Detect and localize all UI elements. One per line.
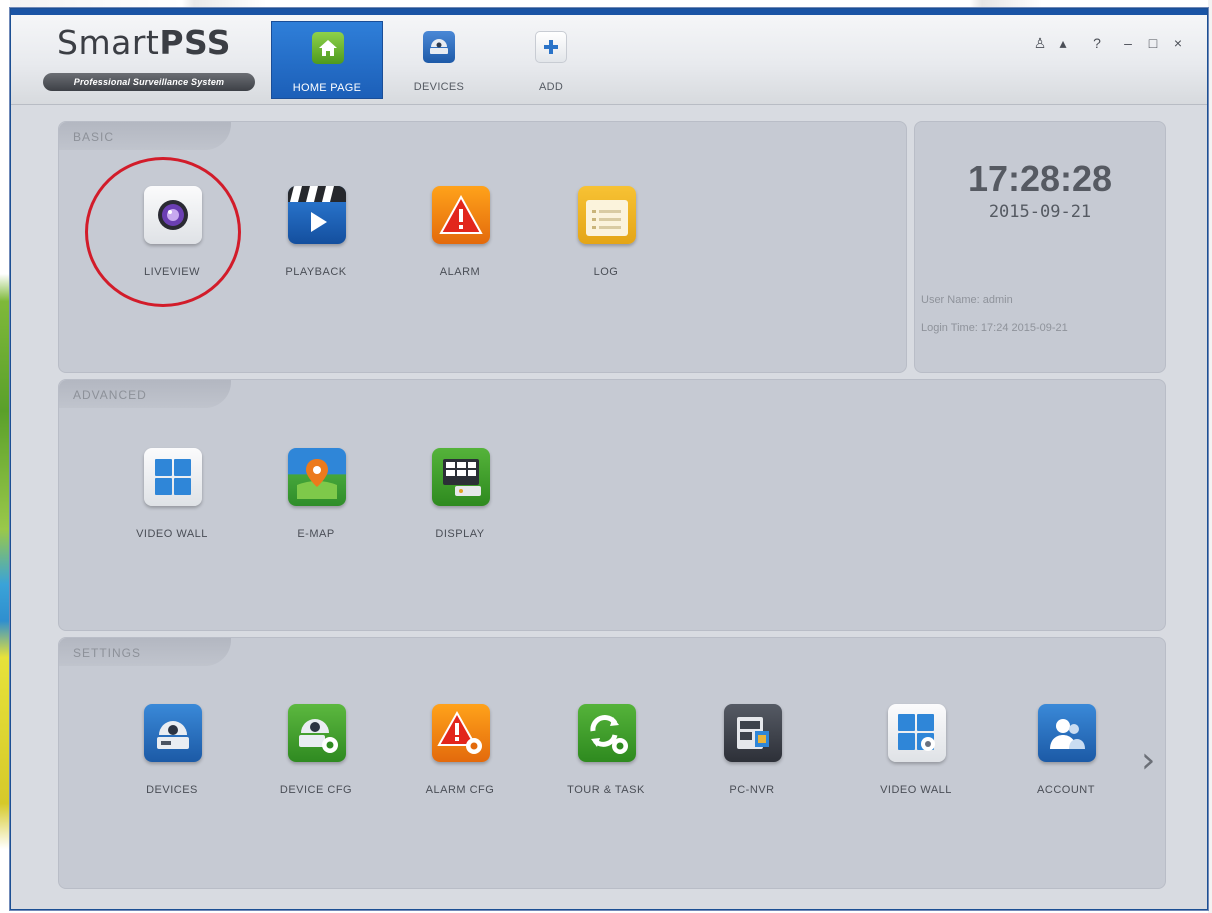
e-map-tile[interactable]: E-MAP [241,432,391,562]
tour-task-label: TOUR & TASK [567,784,645,796]
logo-text: SmartPSS [57,23,232,62]
lock-icon[interactable]: ▴ [1054,35,1072,52]
video-wall-config-icon [888,704,946,762]
plus-icon [535,31,567,63]
smartpss-window: SmartPSS Professional Surveillance Syste… [10,8,1208,910]
alarm-tile[interactable]: ALARM [385,170,535,300]
close-icon[interactable]: × [1169,35,1187,51]
display-tile[interactable]: DISPLAY [385,432,535,562]
pc-nvr-label: PC-NVR [729,784,775,796]
settings-video-wall-tile[interactable]: VIDEO WALL [841,688,991,818]
home-icon [312,32,344,64]
advanced-panel-title: ADVANCED [59,380,231,408]
clapper-play-icon [288,186,346,244]
pc-nvr-icon [724,704,782,762]
liveview-highlight-circle [85,157,241,307]
log-notepad-icon [578,186,636,244]
account-icon [1038,704,1096,762]
desktop-background-top [0,0,1212,8]
video-wall-tile[interactable]: VIDEO WALL [97,432,247,562]
e-map-label: E-MAP [297,528,335,540]
user-name-text: User Name: admin [921,294,1013,306]
tab-home-page[interactable]: HOME PAGE [271,21,383,99]
device-config-icon [288,704,346,762]
user-icon[interactable]: ♙ [1031,35,1049,52]
dome-camera-icon [144,704,202,762]
settings-panel-title: SETTINGS [59,638,231,666]
login-time-text: Login Time: 17:24 2015-09-21 [921,322,1068,334]
tab-home-page-label: HOME PAGE [292,82,362,94]
alarm-cfg-label: ALARM CFG [425,784,495,796]
video-wall-label: VIDEO WALL [136,528,208,540]
clock-date: 2015-09-21 [988,202,1092,222]
alarm-label: ALARM [439,266,481,278]
account-tile[interactable]: ACCOUNT [991,688,1141,818]
tab-devices[interactable]: DEVICES [383,21,495,99]
display-icon [432,448,490,506]
desktop-background-left [0,0,10,913]
logo-tagline: Professional Surveillance System [43,73,255,91]
settings-devices-label: DEVICES [146,784,198,796]
minimize-icon[interactable]: – [1119,35,1137,51]
account-label: ACCOUNT [1037,784,1095,796]
device-cfg-label: DEVICE CFG [279,784,353,796]
map-pin-icon [288,448,346,506]
tab-add-label: ADD [538,81,564,93]
settings-video-wall-label: VIDEO WALL [880,784,952,796]
tab-add[interactable]: ADD [495,21,607,99]
device-cfg-tile[interactable]: DEVICE CFG [241,688,391,818]
desktop-background-right [1208,0,1212,913]
basic-panel-title: BASIC [59,122,231,150]
app-logo: SmartPSS Professional Surveillance Syste… [43,23,255,95]
device-icon [423,31,455,63]
next-page-arrow[interactable]: › [1141,740,1155,781]
playback-tile[interactable]: PLAYBACK [241,170,391,300]
tab-devices-label: DEVICES [413,81,465,93]
log-label: LOG [593,266,619,278]
playback-label: PLAYBACK [285,266,347,278]
alarm-cfg-tile[interactable]: ALARM CFG [385,688,535,818]
pc-nvr-tile[interactable]: PC-NVR [677,688,827,818]
title-bar: SmartPSS Professional Surveillance Syste… [11,15,1207,105]
clock-time: 17:28:28 [967,158,1113,199]
alarm-config-icon [432,704,490,762]
display-label: DISPLAY [435,528,485,540]
settings-panel: SETTINGS DEVICES DEVICE CFG ALARM CFG TO… [58,637,1166,889]
video-wall-grid-icon [144,448,202,506]
session-info-panel: 17:28:28 2015-09-21 User Name: admin Log… [914,121,1166,373]
maximize-icon[interactable]: □ [1144,35,1162,51]
alarm-warning-icon [432,186,490,244]
log-tile[interactable]: LOG [531,170,681,300]
help-icon[interactable]: ? [1088,35,1106,51]
advanced-panel: ADVANCED VIDEO WALL E-MAP DISPLAY [58,379,1166,631]
tour-task-icon [578,704,636,762]
tour-task-tile[interactable]: TOUR & TASK [531,688,681,818]
settings-devices-tile[interactable]: DEVICES [97,688,247,818]
